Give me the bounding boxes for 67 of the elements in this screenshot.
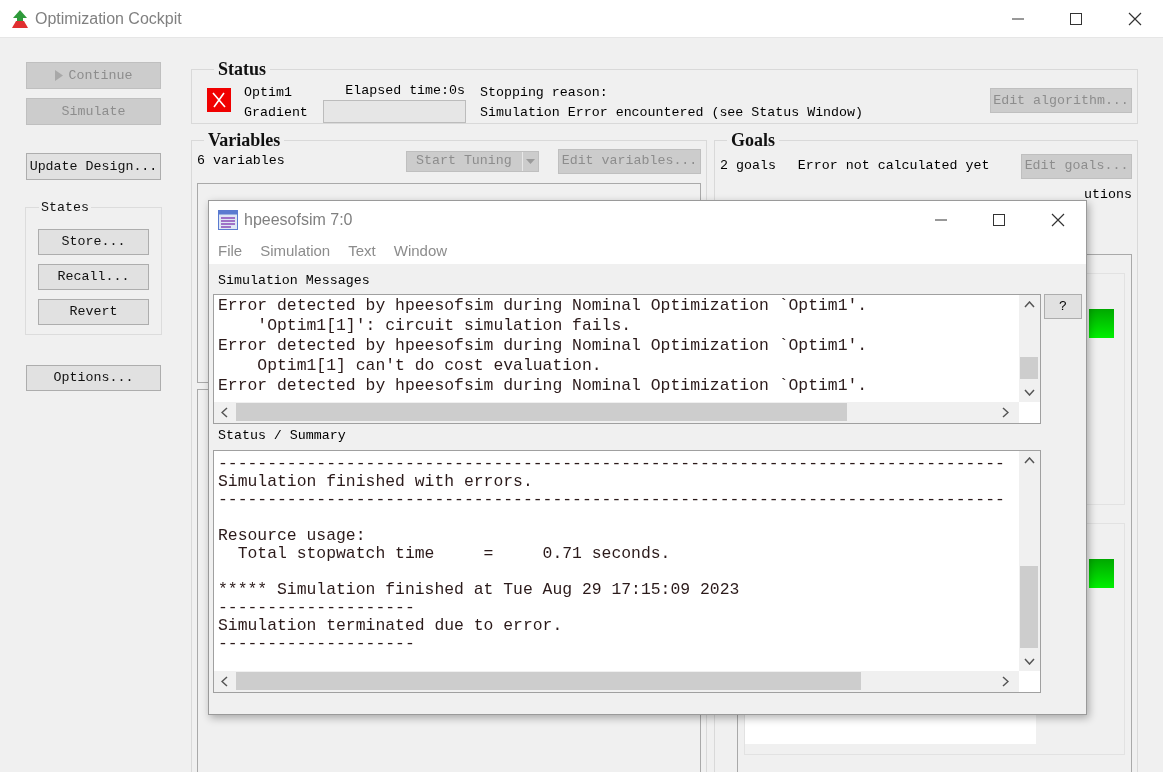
menu-item[interactable]: File	[218, 240, 243, 263]
summary-line: Resource usage:	[218, 527, 367, 545]
goal-indicator	[1089, 309, 1114, 338]
goal-option-label: utions	[1083, 187, 1132, 203]
message-line: Optim1[1] can't do cost evaluation.	[256, 356, 603, 376]
window-title: hpeesofsim 7:0	[244, 210, 353, 230]
maximize-icon	[993, 214, 1005, 226]
scroll-right-icon	[1002, 407, 1009, 418]
vertical-scrollbar[interactable]	[1019, 295, 1040, 402]
menu-item[interactable]: Simulation	[260, 240, 331, 263]
scroll-up-icon	[1024, 457, 1035, 464]
message-line: Error detected by hpeesofsim during Nominal Optimization `Optim1'.	[218, 336, 869, 356]
state-button[interactable]: Revert	[38, 298, 149, 325]
window-title: Optimization Cockpit	[35, 8, 182, 29]
section-label: Status / Summary	[218, 428, 347, 444]
optimizer-name: Optim1	[244, 84, 293, 102]
close-icon	[1128, 11, 1142, 26]
section-title: Status	[217, 60, 267, 78]
goal-count: 2 goals	[720, 157, 776, 176]
options-button[interactable]: Options...	[26, 365, 161, 391]
message-line: Error detected by hpeesofsim during Nominal Optimization `Optim1'.	[218, 296, 869, 316]
group-title: States	[40, 199, 90, 217]
help-button[interactable]: ?	[1044, 294, 1082, 319]
elapsed-time: Elapsed time:0s	[345, 82, 466, 100]
scroll-thumb[interactable]	[236, 403, 847, 421]
summary-line: Simulation finished with errors.	[218, 473, 534, 491]
summary-line: --------------------------------------------------------------------------------	[218, 491, 1006, 509]
goal-indicator	[1089, 559, 1114, 588]
scroll-down-icon	[1024, 658, 1035, 665]
message-line: 'Optim1[1]': circuit simulation fails.	[256, 316, 633, 336]
summary-line: --------------------	[218, 599, 416, 617]
variable-count: 6 variables	[197, 152, 285, 171]
summary-line: --------------------------------------------------------------------------------	[218, 455, 1006, 473]
close-icon	[1051, 213, 1065, 227]
scroll-thumb[interactable]	[1020, 566, 1038, 648]
stopping-reason: Simulation Error encountered (see Status Window)	[480, 104, 863, 122]
summary-line: ***** Simulation finished at Tue Aug 29 17:15:09 2023	[218, 581, 741, 599]
algorithm-name: Gradient	[244, 104, 309, 122]
menu-item[interactable]: Window	[393, 240, 448, 263]
app-logo-icon	[10, 8, 30, 29]
scroll-left-icon	[221, 676, 228, 687]
section-title: Goals	[730, 131, 776, 149]
scroll-left-icon	[221, 407, 228, 418]
scroll-thumb[interactable]	[1020, 357, 1038, 379]
vertical-scrollbar[interactable]	[1019, 451, 1040, 671]
state-button[interactable]: Store...	[38, 228, 149, 255]
summary-line: --------------------	[218, 635, 416, 653]
horizontal-scrollbar[interactable]	[214, 402, 1019, 423]
goal-error-status: Error not calculated yet	[797, 157, 990, 176]
action-button[interactable]: Update Design...	[26, 153, 161, 180]
message-line: Error detected by hpeesofsim during Nominal Optimization `Optim1'.	[218, 376, 869, 396]
summary-line: Simulation terminated due to error.	[218, 617, 564, 635]
section-title: Variables	[207, 131, 282, 149]
summary-line: Total stopwatch time = 0.71 seconds.	[236, 545, 672, 563]
section-label: Simulation Messages	[218, 273, 371, 289]
menu-item[interactable]: Text	[348, 240, 376, 263]
scroll-thumb[interactable]	[236, 672, 861, 690]
dropdown-icon	[526, 158, 535, 164]
scroll-right-icon	[1002, 676, 1009, 687]
scroll-up-icon	[1024, 301, 1035, 308]
state-button[interactable]: Recall...	[38, 263, 149, 290]
scroll-down-icon	[1024, 389, 1035, 396]
maximize-icon	[1070, 12, 1082, 25]
stopping-label: Stopping reason:	[480, 84, 609, 102]
horizontal-scrollbar[interactable]	[214, 671, 1019, 692]
play-icon	[54, 70, 63, 81]
document-list-icon	[218, 210, 238, 230]
